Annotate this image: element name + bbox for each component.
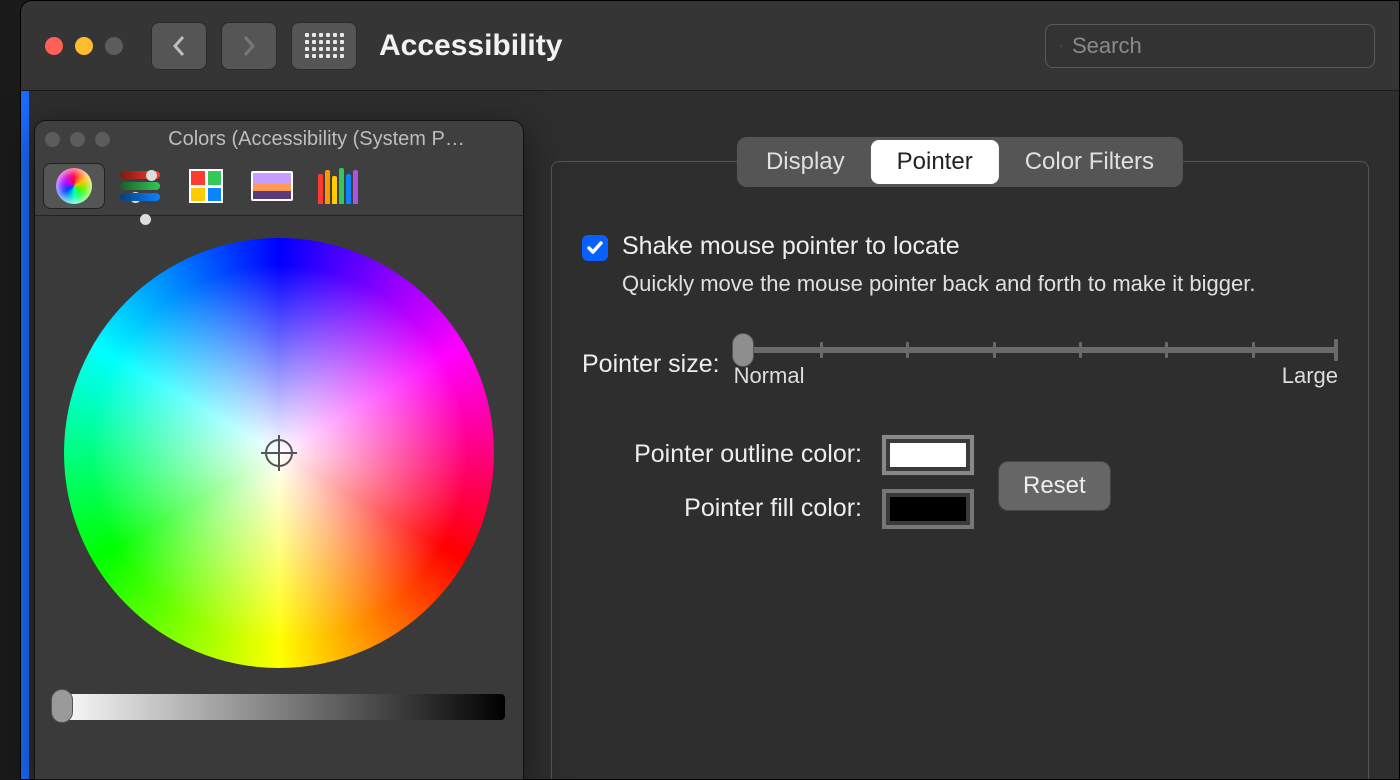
outline-color-label: Pointer outline color: bbox=[582, 440, 862, 469]
color-sliders-tab[interactable] bbox=[109, 163, 171, 209]
minimize-window-button[interactable] bbox=[75, 37, 93, 55]
slider-max-label: Large bbox=[1282, 363, 1338, 389]
sidebar-selection-indicator bbox=[21, 91, 29, 779]
color-palettes-tab[interactable] bbox=[175, 163, 237, 209]
checkmark-icon bbox=[587, 241, 603, 255]
brightness-slider[interactable] bbox=[53, 694, 505, 720]
color-wheel[interactable] bbox=[64, 238, 494, 668]
back-button[interactable] bbox=[151, 22, 207, 70]
color-wheel-tab[interactable] bbox=[43, 163, 105, 209]
outline-color-swatch bbox=[890, 443, 966, 467]
zoom-window-button[interactable] bbox=[105, 37, 123, 55]
colors-panel: Colors (Accessibility (System P… bbox=[34, 120, 524, 780]
colors-panel-title: Colors (Accessibility (System P… bbox=[120, 128, 513, 151]
chevron-right-icon bbox=[240, 34, 258, 58]
shake-to-locate-checkbox[interactable] bbox=[582, 235, 608, 261]
colors-titlebar: Colors (Accessibility (System P… bbox=[35, 121, 523, 157]
reset-button[interactable]: Reset bbox=[998, 461, 1111, 511]
pencils-icon bbox=[318, 168, 358, 204]
outline-color-well[interactable] bbox=[882, 435, 974, 475]
color-wheel-icon bbox=[56, 168, 92, 204]
grid-icon bbox=[305, 33, 344, 58]
chevron-left-icon bbox=[170, 34, 188, 58]
tab-segmented-control: Display Pointer Color Filters bbox=[737, 137, 1183, 187]
search-input[interactable] bbox=[1072, 33, 1360, 59]
colors-minimize-button[interactable] bbox=[70, 132, 85, 147]
forward-button[interactable] bbox=[221, 22, 277, 70]
image-icon bbox=[251, 171, 293, 201]
pointer-size-slider[interactable]: Normal Large bbox=[734, 341, 1338, 389]
search-field[interactable] bbox=[1045, 24, 1375, 68]
pencils-tab[interactable] bbox=[307, 163, 369, 209]
tab-pointer[interactable]: Pointer bbox=[871, 140, 999, 184]
window-controls bbox=[45, 37, 123, 55]
fill-color-swatch bbox=[890, 497, 966, 521]
show-all-button[interactable] bbox=[291, 22, 357, 70]
brightness-thumb[interactable] bbox=[51, 689, 73, 723]
shake-to-locate-label: Shake mouse pointer to locate bbox=[622, 232, 960, 261]
close-window-button[interactable] bbox=[45, 37, 63, 55]
palette-icon bbox=[189, 169, 223, 203]
color-wheel-cursor[interactable] bbox=[265, 439, 293, 467]
colors-mode-tabs bbox=[35, 157, 523, 216]
sliders-icon bbox=[120, 171, 160, 201]
slider-thumb[interactable] bbox=[732, 333, 754, 367]
fill-color-well[interactable] bbox=[882, 489, 974, 529]
fill-color-label: Pointer fill color: bbox=[582, 494, 862, 523]
colors-close-button[interactable] bbox=[45, 132, 60, 147]
colors-zoom-button[interactable] bbox=[95, 132, 110, 147]
tab-display[interactable]: Display bbox=[740, 140, 871, 184]
search-icon bbox=[1060, 35, 1062, 57]
window-title: Accessibility bbox=[379, 29, 562, 63]
pointer-settings-group: Display Pointer Color Filters Shake mous… bbox=[551, 161, 1369, 780]
tab-color-filters[interactable]: Color Filters bbox=[999, 140, 1180, 184]
image-palettes-tab[interactable] bbox=[241, 163, 303, 209]
pointer-size-label: Pointer size: bbox=[582, 350, 720, 379]
titlebar: Accessibility bbox=[21, 1, 1399, 91]
shake-to-locate-description: Quickly move the mouse pointer back and … bbox=[622, 269, 1262, 299]
